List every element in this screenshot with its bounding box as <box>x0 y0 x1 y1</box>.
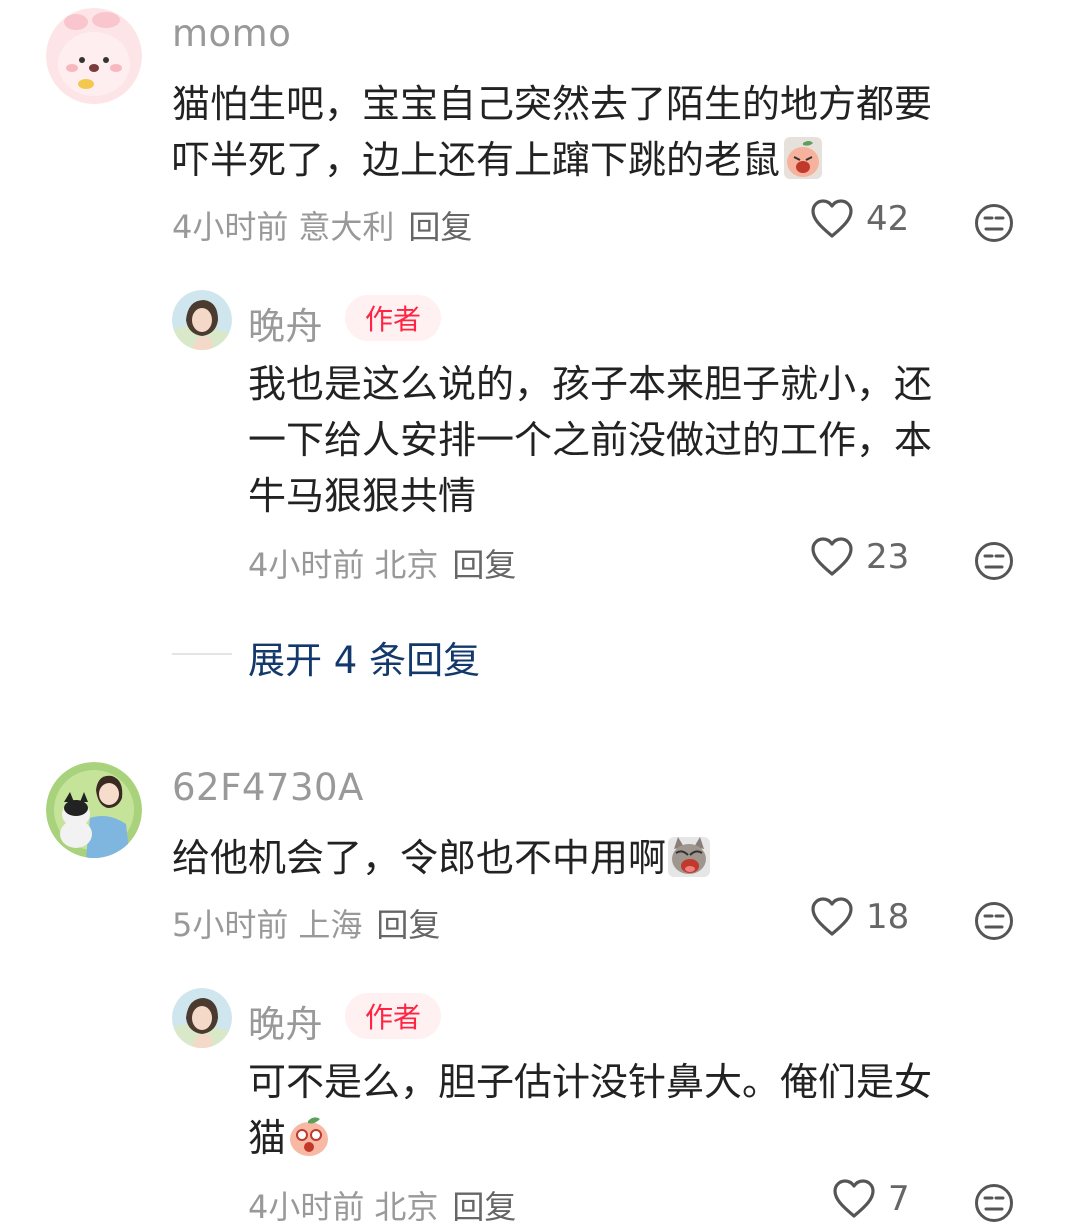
reply-username[interactable]: 晚舟 <box>248 994 323 1048</box>
comment-username[interactable]: momo <box>172 12 291 55</box>
avatar-62f4730a[interactable] <box>46 762 142 858</box>
reply-button[interactable]: 回复 <box>452 546 516 584</box>
author-tag: 作者 <box>345 295 441 341</box>
reply-text-line: 牛马狠狠共情 <box>248 474 477 518</box>
heart-icon <box>811 199 853 238</box>
like-count: 42 <box>866 199 910 239</box>
heart-icon <box>833 1179 875 1218</box>
crying-peach-emoji-icon <box>784 137 823 179</box>
comment-text-line: 给他机会了，令郎也不中用啊 <box>172 836 667 880</box>
pink-bunny-avatar-icon <box>46 8 142 104</box>
comment-meta: 4小时前 意大利 回复 <box>172 202 472 248</box>
like-count: 7 <box>888 1179 910 1219</box>
reply-button[interactable]: 回复 <box>452 1188 516 1226</box>
reply-text-line: 一下给人安排一个之前没做过的工作，本 <box>248 418 933 462</box>
reply-time: 4小时前 <box>248 546 365 584</box>
like-button[interactable]: 42 <box>810 198 909 240</box>
like-button[interactable]: 7 <box>832 1178 910 1220</box>
heart-icon <box>811 537 853 576</box>
reply-button[interactable]: 回复 <box>376 906 440 944</box>
heart-icon <box>811 897 853 936</box>
comment-location: 上海 <box>298 906 363 944</box>
author-tag: 作者 <box>345 993 441 1039</box>
like-button[interactable]: 23 <box>810 536 909 578</box>
reply-username[interactable]: 晚舟 <box>248 296 323 350</box>
avatar-author[interactable] <box>172 988 232 1048</box>
comment-location: 意大利 <box>298 208 395 246</box>
avatar-author[interactable] <box>172 290 232 350</box>
reply-time: 4小时前 <box>248 1188 365 1226</box>
reply-text-line: 猫 <box>248 1116 287 1160</box>
like-count: 18 <box>866 897 910 937</box>
comment-time: 5小时前 <box>172 906 289 944</box>
comment-time: 4小时前 <box>172 208 289 246</box>
reply-location: 北京 <box>374 546 439 584</box>
reply-meta: 4小时前 北京 回复 <box>248 1182 516 1228</box>
emoji-reaction-icon[interactable] <box>974 1183 1014 1223</box>
girl-with-cat-avatar-icon <box>46 762 142 858</box>
reply-text-line: 可不是么，胆子估计没针鼻大。俺们是女 <box>248 1060 933 1104</box>
girl-portrait-avatar-icon <box>172 290 232 350</box>
reply-text-line: 我也是这么说的，孩子本来胆子就小，还 <box>248 362 933 406</box>
emoji-reaction-icon[interactable] <box>974 203 1014 243</box>
avatar-momo[interactable] <box>46 8 142 104</box>
crying-cat-emoji-icon <box>668 837 711 877</box>
like-button[interactable]: 18 <box>810 896 909 938</box>
reply-text: 可不是么，胆子估计没针鼻大。俺们是女 猫 <box>248 1054 932 1166</box>
reply-location: 北京 <box>374 1188 439 1226</box>
comment-text-line: 猫怕生吧，宝宝自己突然去了陌生的地方都要 <box>172 82 933 126</box>
comment-text: 给他机会了，令郎也不中用啊 <box>172 830 712 886</box>
girl-portrait-avatar-icon <box>172 988 232 1048</box>
like-count: 23 <box>866 537 910 577</box>
emoji-reaction-icon[interactable] <box>974 541 1014 581</box>
comment-meta: 5小时前 上海 回复 <box>172 900 440 946</box>
expand-divider <box>172 653 232 655</box>
shocked-peach-emoji-icon <box>290 1117 329 1156</box>
expand-replies-button[interactable]: 展开 4 条回复 <box>248 630 480 684</box>
comment-username[interactable]: 62F4730A <box>172 766 364 809</box>
reply-text: 我也是这么说的，孩子本来胆子就小，还 一下给人安排一个之前没做过的工作，本 牛马… <box>248 356 932 524</box>
comment-text: 猫怕生吧，宝宝自己突然去了陌生的地方都要 吓半死了，边上还有上蹿下跳的老鼠 <box>172 76 932 188</box>
reply-button[interactable]: 回复 <box>408 208 472 246</box>
reply-meta: 4小时前 北京 回复 <box>248 540 516 586</box>
emoji-reaction-icon[interactable] <box>974 901 1014 941</box>
comment-text-line: 吓半死了，边上还有上蹿下跳的老鼠 <box>172 138 781 182</box>
